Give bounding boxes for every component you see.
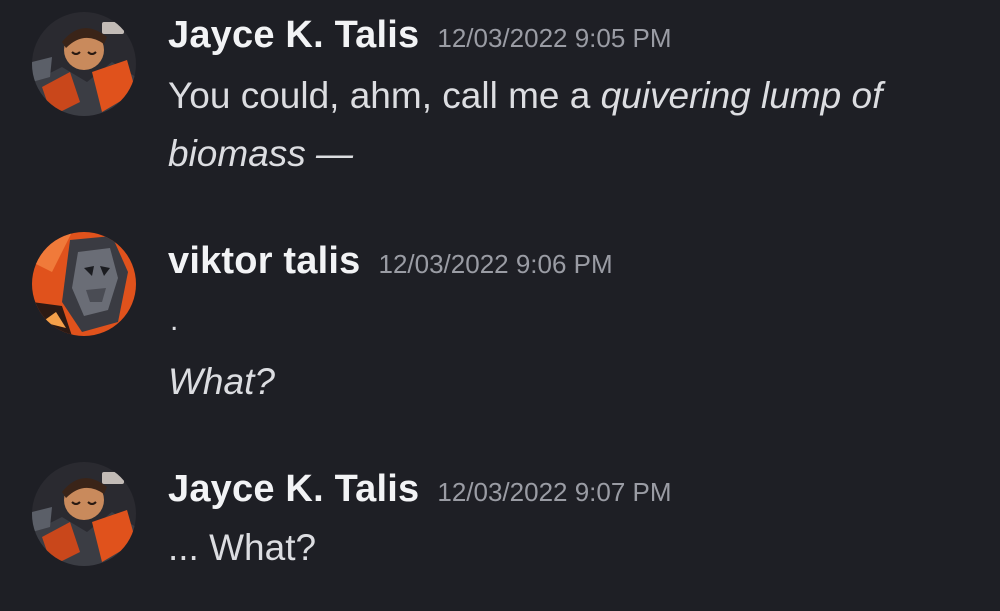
message-text-plain: You could, ahm, call me a — [168, 75, 601, 116]
author-name[interactable]: Jayce K. Talis — [168, 468, 419, 510]
message-text: You could, ahm, call me a quivering lump… — [168, 66, 882, 126]
message-timestamp: 12/03/2022 9:06 PM — [378, 249, 613, 279]
author-name[interactable]: viktor talis — [168, 240, 360, 282]
viktor-avatar-icon — [32, 232, 136, 336]
author-name[interactable]: Jayce K. Talis — [168, 14, 419, 56]
avatar[interactable] — [32, 12, 136, 116]
message-timestamp: 12/03/2022 9:07 PM — [437, 477, 672, 507]
chat-log: Jayce K. Talis 12/03/2022 9:05 PM You cou… — [0, 0, 1000, 611]
message-text: . — [170, 304, 179, 337]
message-timestamp: 12/03/2022 9:05 PM — [437, 23, 672, 53]
message-text-line2: biomass — — [168, 124, 353, 184]
message-text-italic: quivering lump of — [600, 75, 883, 116]
jayce-avatar-icon — [32, 462, 136, 566]
message-text-line2: What? — [168, 352, 275, 412]
avatar[interactable] — [32, 462, 136, 566]
message-text: ... What? — [168, 527, 317, 568]
message-text-italic-line2: biomass — — [168, 133, 354, 174]
avatar[interactable] — [32, 232, 136, 336]
message-text-italic: What? — [168, 361, 275, 402]
jayce-avatar-icon — [32, 12, 136, 116]
